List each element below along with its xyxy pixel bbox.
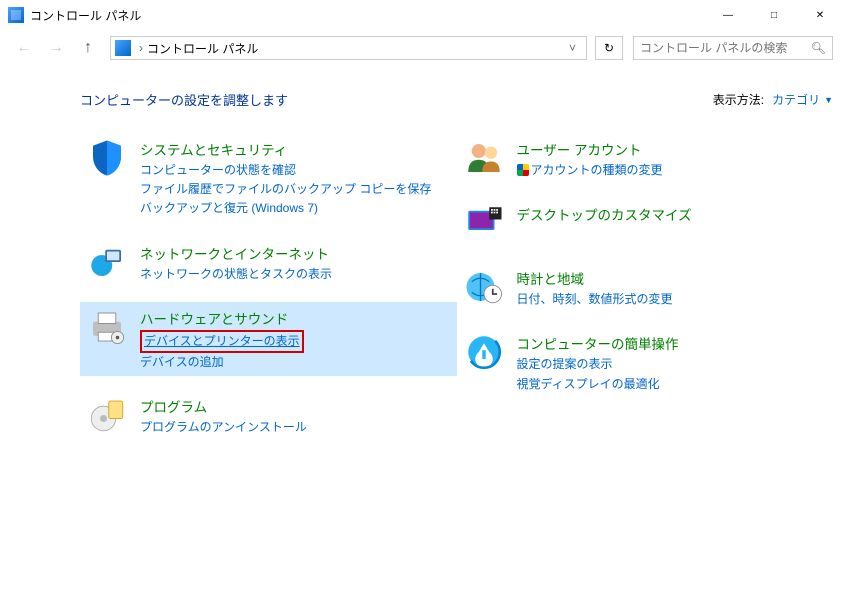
uac-shield-icon	[517, 164, 529, 176]
breadcrumb[interactable]: コントロール パネル	[147, 40, 258, 57]
search-icon[interactable]: 🔍︎	[811, 41, 826, 55]
control-panel-icon	[115, 40, 131, 56]
category-sublink[interactable]: ネットワークの状態とタスクの表示	[140, 265, 332, 284]
nav-row: ← → ↑ › コントロール パネル ˅ ↻ 🔍︎	[0, 30, 843, 66]
category-sublink[interactable]: デバイスの追加	[140, 353, 304, 372]
category-title[interactable]: ユーザー アカウント	[517, 139, 663, 159]
category-desktop-customize: デスクトップのカスタマイズ	[457, 198, 834, 248]
view-mode-dropdown[interactable]: カテゴリ ▼	[772, 91, 833, 108]
category-user-accounts: ユーザー アカウント アカウントの種類の変更	[457, 133, 834, 184]
category-title[interactable]: デスクトップのカスタマイズ	[517, 204, 692, 224]
category-title[interactable]: ネットワークとインターネット	[140, 243, 332, 263]
control-panel-icon	[8, 7, 24, 23]
category-title[interactable]: ハードウェアとサウンド	[140, 308, 304, 328]
category-system-security: システムとセキュリティ コンピューターの状態を確認 ファイル履歴でファイルのバッ…	[80, 133, 457, 223]
window-controls: — □ ✕	[705, 0, 843, 30]
minimize-button[interactable]: —	[705, 0, 751, 30]
programs-icon	[86, 394, 128, 436]
view-mode-label: 表示方法:	[713, 91, 764, 108]
category-sublink[interactable]: 設定の提案の表示	[517, 355, 679, 374]
desktop-icon	[463, 202, 505, 244]
title-bar: コントロール パネル — □ ✕	[0, 0, 843, 30]
search-box[interactable]: 🔍︎	[633, 36, 833, 60]
category-sublink[interactable]: 視覚ディスプレイの最適化	[517, 375, 679, 394]
category-programs: プログラム プログラムのアンインストール	[80, 390, 457, 441]
network-icon	[86, 241, 128, 283]
chevron-down-icon[interactable]: ˅	[563, 41, 582, 55]
search-input[interactable]	[640, 41, 811, 55]
category-sublink[interactable]: アカウントの種類の変更	[517, 161, 663, 180]
refresh-button[interactable]: ↻	[595, 36, 623, 60]
category-title[interactable]: コンピューターの簡単操作	[517, 333, 679, 353]
category-clock-region: 時計と地域 日付、時刻、数値形式の変更	[457, 262, 834, 313]
content: コンピューターの設定を調整します 表示方法: カテゴリ ▼ システムとセキュリテ…	[0, 66, 843, 465]
category-title[interactable]: プログラム	[140, 396, 307, 416]
category-sublink[interactable]: ファイル履歴でファイルのバックアップ コピーを保存	[140, 180, 431, 199]
category-network-internet: ネットワークとインターネット ネットワークの状態とタスクの表示	[80, 237, 457, 288]
category-hardware-sound: ハードウェアとサウンド デバイスとプリンターの表示 デバイスの追加	[80, 302, 457, 376]
ease-of-access-icon	[463, 331, 505, 373]
category-ease-of-access: コンピューターの簡単操作 設定の提案の表示 視覚ディスプレイの最適化	[457, 327, 834, 397]
category-sublink[interactable]: 日付、時刻、数値形式の変更	[517, 290, 673, 309]
chevron-right-icon: ›	[135, 41, 147, 55]
right-column: ユーザー アカウント アカウントの種類の変更 デスクトップのカスタマイズ 時計と…	[457, 133, 834, 455]
category-columns: システムとセキュリティ コンピューターの状態を確認 ファイル履歴でファイルのバッ…	[80, 133, 833, 455]
printer-icon	[86, 306, 128, 348]
shield-icon	[86, 137, 128, 179]
window-title: コントロール パネル	[30, 7, 141, 24]
clock-globe-icon	[463, 266, 505, 308]
maximize-button[interactable]: □	[751, 0, 797, 30]
heading-row: コンピューターの設定を調整します 表示方法: カテゴリ ▼	[80, 90, 833, 109]
category-title[interactable]: 時計と地域	[517, 268, 673, 288]
category-sublink[interactable]: プログラムのアンインストール	[140, 418, 307, 437]
back-button[interactable]: ←	[10, 34, 38, 62]
close-button[interactable]: ✕	[797, 0, 843, 30]
address-bar[interactable]: › コントロール パネル ˅	[110, 36, 587, 60]
category-sublink-highlighted[interactable]: デバイスとプリンターの表示	[140, 330, 304, 353]
left-column: システムとセキュリティ コンピューターの状態を確認 ファイル履歴でファイルのバッ…	[80, 133, 457, 455]
chevron-down-icon: ▼	[824, 95, 833, 105]
category-sublink[interactable]: コンピューターの状態を確認	[140, 161, 431, 180]
view-mode-value: カテゴリ	[772, 91, 820, 108]
category-title[interactable]: システムとセキュリティ	[140, 139, 431, 159]
up-button[interactable]: ↑	[74, 34, 102, 62]
category-sublink[interactable]: バックアップと復元 (Windows 7)	[140, 199, 431, 218]
page-title: コンピューターの設定を調整します	[80, 90, 288, 109]
users-icon	[463, 137, 505, 179]
forward-button[interactable]: →	[42, 34, 70, 62]
